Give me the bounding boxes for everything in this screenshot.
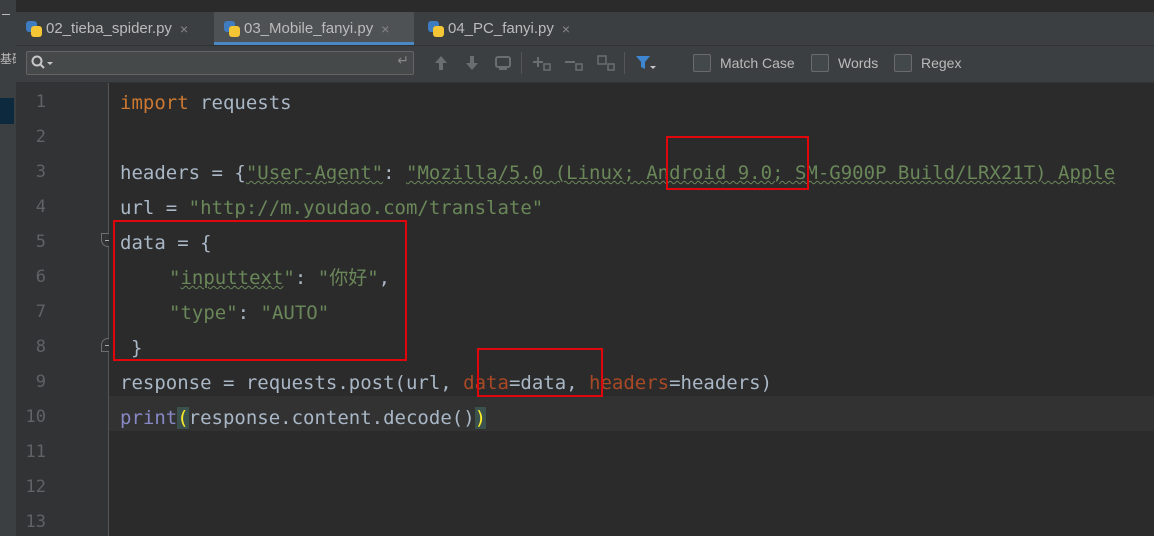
line-number: 2 [35, 127, 46, 147]
string-literal: "http://m.youdao.com/translate" [188, 197, 544, 219]
line-number: 13 [25, 512, 46, 532]
close-icon[interactable]: × [562, 21, 570, 37]
words-label: Words [838, 55, 879, 71]
python-file-icon [428, 20, 444, 37]
code-text: =headers) [669, 372, 773, 394]
code-editor[interactable]: import requests headers = {"User-Agent":… [109, 83, 1154, 536]
remove-occurrence-icon[interactable] [564, 54, 583, 72]
find-toolbar: ↵ Match Case Words Regex [16, 46, 1154, 83]
filter-icon[interactable] [635, 54, 656, 72]
keyword: import [120, 92, 189, 114]
line-number: 11 [25, 442, 46, 462]
line-number: 1 [35, 92, 46, 112]
left-strip-label: 基础 [0, 52, 16, 66]
tab-label: 04_PC_fanyi.py [448, 20, 554, 37]
code-text: headers = { [120, 162, 246, 184]
arrow-up-icon[interactable] [432, 54, 450, 72]
code-text: requests [188, 92, 292, 114]
line-number: 3 [35, 162, 46, 182]
editor-tab-bar: 02_tieba_spider.py × 03_Mobile_fanyi.py … [16, 12, 1154, 46]
string-literal: "User-Agent" [245, 162, 384, 184]
toolbar-separator [624, 52, 625, 74]
line-number: 7 [35, 302, 46, 322]
line-number-gutter: 1 2 3 4 5 6 7 8 9 10 11 12 13 [16, 83, 115, 536]
code-line-3: headers = {"User-Agent": "Mozilla/5.0 (L… [120, 161, 1115, 185]
annotation-box-android [666, 136, 809, 190]
close-icon[interactable]: × [381, 21, 389, 37]
checkbox-box[interactable] [811, 54, 829, 72]
python-file-icon [224, 20, 240, 37]
add-occurrence-icon[interactable] [532, 54, 551, 72]
regex-label: Regex [921, 55, 962, 71]
line-number: 10 [25, 407, 46, 427]
find-in-path-icon[interactable] [494, 54, 512, 72]
search-history-icon[interactable] [31, 55, 59, 71]
line-number: 8 [35, 337, 46, 357]
tab-label: 02_tieba_spider.py [46, 20, 172, 37]
enter-icon: ↵ [397, 53, 409, 69]
close-icon[interactable]: × [180, 21, 188, 37]
code-text: : [383, 162, 407, 184]
builtin-function: print [120, 407, 178, 429]
code-text: response = requests.post(url, [120, 372, 464, 394]
code-line-1: import requests [120, 91, 292, 115]
toolbar-separator [521, 52, 522, 74]
code-line-10: print(response.content.decode()) [120, 406, 487, 430]
annotation-box-data-arg [477, 348, 603, 397]
code-text: url = [120, 197, 189, 219]
code-line-9: response = requests.post(url, data=data,… [120, 371, 772, 395]
tab-label: 03_Mobile_fanyi.py [244, 20, 374, 37]
arrow-down-icon[interactable] [463, 54, 481, 72]
left-strip-selection [0, 98, 14, 124]
annotation-box-data-dict [113, 220, 407, 361]
tab-04-pc-fanyi[interactable]: 04_PC_fanyi.py × [418, 12, 588, 45]
match-case-label: Match Case [720, 55, 795, 71]
matched-paren: ( [177, 407, 189, 429]
code-text: response.content.decode() [188, 407, 475, 429]
words-checkbox[interactable]: Words [811, 52, 878, 74]
minimize-dash[interactable] [2, 14, 10, 15]
line-number: 6 [35, 267, 46, 287]
line-number: 4 [35, 197, 46, 217]
checkbox-box[interactable] [693, 54, 711, 72]
checkbox-box[interactable] [894, 54, 912, 72]
left-tool-strip: 基础 [0, 0, 17, 536]
python-file-icon [26, 20, 42, 37]
line-number: 9 [35, 372, 46, 392]
match-case-checkbox[interactable]: Match Case [693, 52, 795, 74]
select-all-occurrences-icon[interactable] [596, 54, 615, 72]
regex-checkbox[interactable]: Regex [894, 52, 961, 74]
line-number: 5 [35, 232, 46, 252]
line-number: 12 [25, 477, 46, 497]
code-line-4: url = "http://m.youdao.com/translate" [120, 196, 543, 220]
tab-03-mobile-fanyi[interactable]: 03_Mobile_fanyi.py × [214, 12, 414, 45]
search-input[interactable]: ↵ [26, 51, 414, 75]
tab-02-tieba-spider[interactable]: 02_tieba_spider.py × [16, 12, 213, 45]
matched-paren: ) [474, 407, 487, 429]
